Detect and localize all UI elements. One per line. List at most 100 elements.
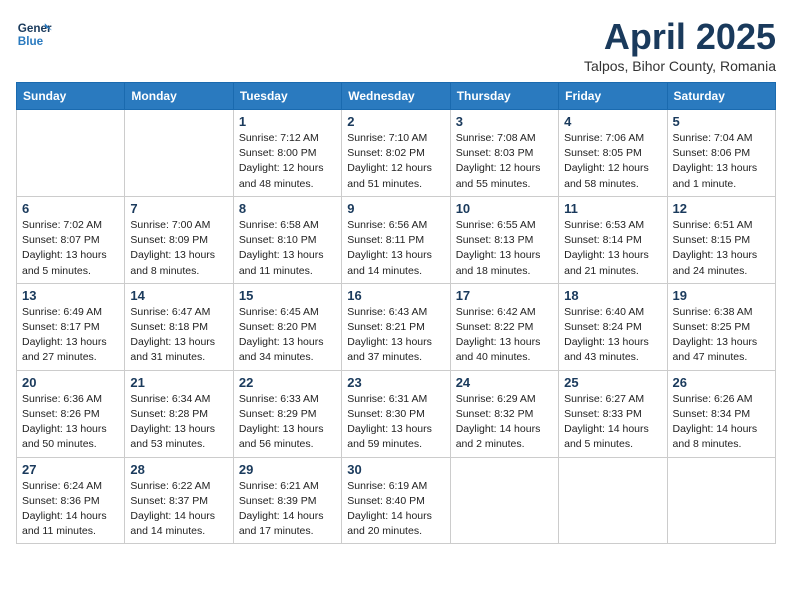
day-info: Sunrise: 6:58 AM Sunset: 8:10 PM Dayligh… [239, 218, 336, 279]
day-number: 18 [564, 288, 661, 303]
day-info: Sunrise: 7:02 AM Sunset: 8:07 PM Dayligh… [22, 218, 119, 279]
day-number: 12 [673, 201, 770, 216]
calendar-table: SundayMondayTuesdayWednesdayThursdayFrid… [16, 82, 776, 544]
day-info: Sunrise: 6:55 AM Sunset: 8:13 PM Dayligh… [456, 218, 553, 279]
day-number: 7 [130, 201, 227, 216]
weekday-header-tuesday: Tuesday [233, 83, 341, 110]
day-info: Sunrise: 6:40 AM Sunset: 8:24 PM Dayligh… [564, 305, 661, 366]
day-info: Sunrise: 6:47 AM Sunset: 8:18 PM Dayligh… [130, 305, 227, 366]
weekday-header-friday: Friday [559, 83, 667, 110]
day-info: Sunrise: 6:19 AM Sunset: 8:40 PM Dayligh… [347, 479, 444, 540]
day-number: 4 [564, 114, 661, 129]
calendar-cell: 10 Sunrise: 6:55 AM Sunset: 8:13 PM Dayli… [450, 196, 558, 283]
calendar-cell: 13Sunrise: 6:49 AM Sunset: 8:17 PM Dayli… [17, 283, 125, 370]
day-info: Sunrise: 6:51 AM Sunset: 8:15 PM Dayligh… [673, 218, 770, 279]
calendar-cell [667, 457, 775, 544]
day-info: Sunrise: 7:08 AM Sunset: 8:03 PM Dayligh… [456, 131, 553, 192]
calendar-cell: 9 Sunrise: 6:56 AM Sunset: 8:11 PM Daylig… [342, 196, 450, 283]
calendar-cell: 25 Sunrise: 6:27 AM Sunset: 8:33 PM Dayli… [559, 370, 667, 457]
calendar-cell: 14Sunrise: 6:47 AM Sunset: 8:18 PM Dayli… [125, 283, 233, 370]
day-number: 25 [564, 375, 661, 390]
calendar-cell: 29Sunrise: 6:21 AM Sunset: 8:39 PM Dayli… [233, 457, 341, 544]
day-info: Sunrise: 6:56 AM Sunset: 8:11 PM Dayligh… [347, 218, 444, 279]
location: Talpos, Bihor County, Romania [584, 58, 776, 74]
svg-text:Blue: Blue [18, 35, 44, 48]
calendar-cell: 23 Sunrise: 6:31 AM Sunset: 8:30 PM Dayli… [342, 370, 450, 457]
calendar-cell: 28Sunrise: 6:22 AM Sunset: 8:37 PM Dayli… [125, 457, 233, 544]
day-info: Sunrise: 7:04 AM Sunset: 8:06 PM Dayligh… [673, 131, 770, 192]
calendar-cell: 16 Sunrise: 6:43 AM Sunset: 8:21 PM Dayli… [342, 283, 450, 370]
weekday-header-row: SundayMondayTuesdayWednesdayThursdayFrid… [17, 83, 776, 110]
calendar-cell: 26Sunrise: 6:26 AM Sunset: 8:34 PM Dayli… [667, 370, 775, 457]
day-number: 23 [347, 375, 444, 390]
day-info: Sunrise: 6:26 AM Sunset: 8:34 PM Dayligh… [673, 392, 770, 453]
day-number: 30 [347, 462, 444, 477]
day-number: 19 [673, 288, 770, 303]
calendar-cell: 17 Sunrise: 6:42 AM Sunset: 8:22 PM Dayli… [450, 283, 558, 370]
calendar-week-5: 27 Sunrise: 6:24 AM Sunset: 8:36 PM Dayli… [17, 457, 776, 544]
day-info: Sunrise: 6:27 AM Sunset: 8:33 PM Dayligh… [564, 392, 661, 453]
day-info: Sunrise: 6:42 AM Sunset: 8:22 PM Dayligh… [456, 305, 553, 366]
calendar-cell [450, 457, 558, 544]
day-number: 17 [456, 288, 553, 303]
calendar-cell: 5Sunrise: 7:04 AM Sunset: 8:06 PM Daylig… [667, 110, 775, 197]
day-info: Sunrise: 7:10 AM Sunset: 8:02 PM Dayligh… [347, 131, 444, 192]
calendar-week-1: 1Sunrise: 7:12 AM Sunset: 8:00 PM Daylig… [17, 110, 776, 197]
calendar-cell: 7Sunrise: 7:00 AM Sunset: 8:09 PM Daylig… [125, 196, 233, 283]
day-number: 9 [347, 201, 444, 216]
day-number: 27 [22, 462, 119, 477]
day-info: Sunrise: 6:36 AM Sunset: 8:26 PM Dayligh… [22, 392, 119, 453]
calendar-cell: 27 Sunrise: 6:24 AM Sunset: 8:36 PM Dayli… [17, 457, 125, 544]
calendar-cell: 30 Sunrise: 6:19 AM Sunset: 8:40 PM Dayli… [342, 457, 450, 544]
calendar-cell: 24Sunrise: 6:29 AM Sunset: 8:32 PM Dayli… [450, 370, 558, 457]
calendar-cell [559, 457, 667, 544]
day-info: Sunrise: 6:34 AM Sunset: 8:28 PM Dayligh… [130, 392, 227, 453]
weekday-header-thursday: Thursday [450, 83, 558, 110]
calendar-cell [17, 110, 125, 197]
day-number: 6 [22, 201, 119, 216]
day-number: 11 [564, 201, 661, 216]
calendar-cell [125, 110, 233, 197]
calendar-week-4: 20Sunrise: 6:36 AM Sunset: 8:26 PM Dayli… [17, 370, 776, 457]
day-info: Sunrise: 6:31 AM Sunset: 8:30 PM Dayligh… [347, 392, 444, 453]
day-info: Sunrise: 6:43 AM Sunset: 8:21 PM Dayligh… [347, 305, 444, 366]
day-info: Sunrise: 6:24 AM Sunset: 8:36 PM Dayligh… [22, 479, 119, 540]
weekday-header-monday: Monday [125, 83, 233, 110]
day-info: Sunrise: 6:38 AM Sunset: 8:25 PM Dayligh… [673, 305, 770, 366]
calendar-cell: 21 Sunrise: 6:34 AM Sunset: 8:28 PM Dayli… [125, 370, 233, 457]
month-title: April 2025 [584, 16, 776, 58]
calendar-week-3: 13Sunrise: 6:49 AM Sunset: 8:17 PM Dayli… [17, 283, 776, 370]
calendar-cell: 18 Sunrise: 6:40 AM Sunset: 8:24 PM Dayli… [559, 283, 667, 370]
calendar-cell: 20Sunrise: 6:36 AM Sunset: 8:26 PM Dayli… [17, 370, 125, 457]
day-number: 10 [456, 201, 553, 216]
day-info: Sunrise: 6:45 AM Sunset: 8:20 PM Dayligh… [239, 305, 336, 366]
page-header: General Blue April 2025 Talpos, Bihor Co… [16, 16, 776, 74]
calendar-cell: 6 Sunrise: 7:02 AM Sunset: 8:07 PM Daylig… [17, 196, 125, 283]
calendar-cell: 19 Sunrise: 6:38 AM Sunset: 8:25 PM Dayli… [667, 283, 775, 370]
day-number: 2 [347, 114, 444, 129]
day-number: 15 [239, 288, 336, 303]
day-number: 22 [239, 375, 336, 390]
day-info: Sunrise: 7:06 AM Sunset: 8:05 PM Dayligh… [564, 131, 661, 192]
weekday-header-saturday: Saturday [667, 83, 775, 110]
day-info: Sunrise: 6:53 AM Sunset: 8:14 PM Dayligh… [564, 218, 661, 279]
calendar-cell: 11 Sunrise: 6:53 AM Sunset: 8:14 PM Dayli… [559, 196, 667, 283]
day-number: 21 [130, 375, 227, 390]
calendar-cell: 3 Sunrise: 7:08 AM Sunset: 8:03 PM Daylig… [450, 110, 558, 197]
day-info: Sunrise: 6:29 AM Sunset: 8:32 PM Dayligh… [456, 392, 553, 453]
calendar-week-2: 6 Sunrise: 7:02 AM Sunset: 8:07 PM Daylig… [17, 196, 776, 283]
svg-text:General: General [18, 22, 52, 35]
calendar-cell: 1Sunrise: 7:12 AM Sunset: 8:00 PM Daylig… [233, 110, 341, 197]
day-info: Sunrise: 6:22 AM Sunset: 8:37 PM Dayligh… [130, 479, 227, 540]
day-info: Sunrise: 6:33 AM Sunset: 8:29 PM Dayligh… [239, 392, 336, 453]
day-number: 3 [456, 114, 553, 129]
weekday-header-wednesday: Wednesday [342, 83, 450, 110]
day-info: Sunrise: 7:12 AM Sunset: 8:00 PM Dayligh… [239, 131, 336, 192]
day-number: 13 [22, 288, 119, 303]
day-info: Sunrise: 6:21 AM Sunset: 8:39 PM Dayligh… [239, 479, 336, 540]
logo-icon: General Blue [16, 16, 52, 52]
day-number: 16 [347, 288, 444, 303]
weekday-header-sunday: Sunday [17, 83, 125, 110]
calendar-cell: 4 Sunrise: 7:06 AM Sunset: 8:05 PM Daylig… [559, 110, 667, 197]
title-block: April 2025 Talpos, Bihor County, Romania [584, 16, 776, 74]
